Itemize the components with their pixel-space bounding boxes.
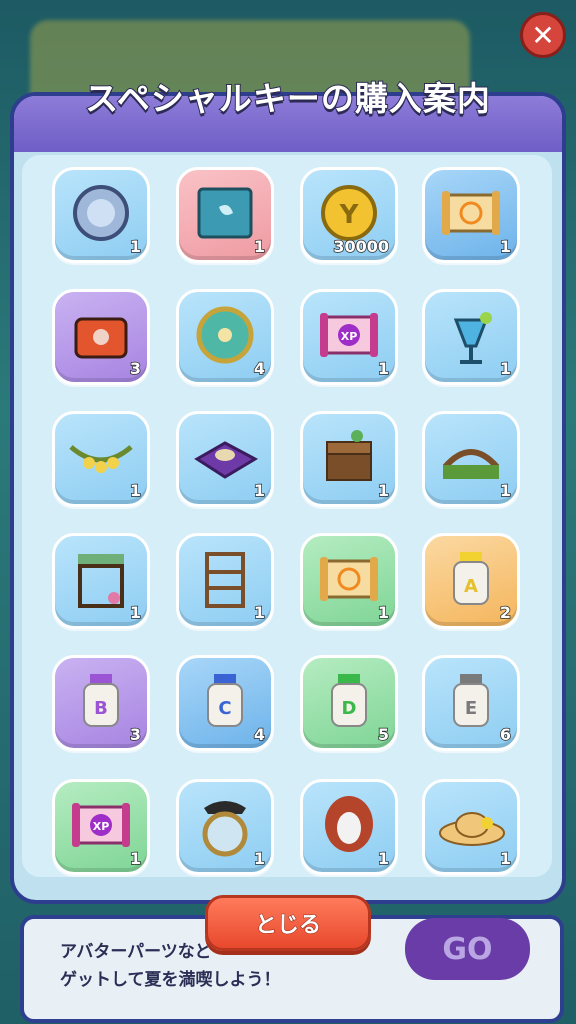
xp-scroll-icon: XP [67,790,135,860]
item-count: 1 [377,848,390,869]
reward-item[interactable]: B3 [52,655,150,751]
item-count: 5 [377,724,390,745]
reward-item[interactable]: XP 1 [52,779,150,875]
pirate-mirror-icon [191,790,259,860]
item-count: 1 [253,480,266,501]
reward-item[interactable]: 1 [176,411,274,507]
star-medal-icon [191,300,259,370]
wig-icon [315,790,383,860]
reward-item[interactable]: 1 [300,411,398,507]
item-count: 2 [499,602,512,623]
scroll-y-icon [315,544,383,614]
svg-text:B: B [94,698,108,719]
garland-icon [67,422,135,492]
svg-text:A: A [464,576,478,597]
item-count: 1 [253,848,266,869]
reward-item[interactable]: 1 [422,289,520,385]
xp-scroll-icon: XP [315,300,383,370]
reward-item[interactable]: 1 [52,533,150,629]
desk-icon [315,422,383,492]
reward-item[interactable]: A2 [422,533,520,629]
reward-item[interactable]: 1 [176,167,274,263]
reward-item[interactable]: 1 [422,411,520,507]
background-text-line2: ゲットして夏を満喫しよう！ [60,970,281,990]
svg-text:C: C [218,698,231,719]
drink-icon [437,300,505,370]
jar-d-icon: D [315,666,383,736]
item-count: 1 [129,602,142,623]
jar-b-icon: B [67,666,135,736]
background-text-line1: アバターパーツなど [60,942,212,962]
reward-item[interactable]: 1 [176,779,274,875]
item-count: 3 [129,724,142,745]
reward-item[interactable]: 1 [300,533,398,629]
svg-text:D: D [342,698,357,719]
close-icon[interactable]: ✕ [520,12,566,58]
hat-icon [437,790,505,860]
reward-item[interactable]: 1 [422,167,520,263]
jar-a-icon: A [437,544,505,614]
item-count: 1 [499,480,512,501]
reward-item[interactable]: 3 [52,289,150,385]
reward-item[interactable]: 1 [52,167,150,263]
item-count: 4 [253,724,266,745]
svg-text:E: E [465,698,477,719]
reward-item[interactable]: E6 [422,655,520,751]
dialog-title: スペシャルキーの購入案内 [84,78,491,119]
rug-icon [191,422,259,492]
reward-item[interactable]: D5 [300,655,398,751]
item-count: 1 [377,480,390,501]
shelf-icon [191,544,259,614]
jar-e-icon: E [437,666,505,736]
reward-item[interactable]: XP 1 [300,289,398,385]
reward-item[interactable]: Y 30000 [300,167,398,263]
svg-text:Y: Y [339,200,360,230]
medal-icon [67,178,135,248]
item-count: 1 [499,848,512,869]
svg-text:XP: XP [341,330,358,343]
stall-icon [67,544,135,614]
scroll-y-icon [437,178,505,248]
go-button[interactable]: GO [405,918,530,980]
reward-item[interactable]: 4 [176,289,274,385]
item-count: 1 [129,236,142,257]
item-count: 1 [129,848,142,869]
reward-grid: 1 1 Y 30000 1 3 4 XP 1 1 1 1 1 1 1 1 1 A 2 B 3 C 4 D 5 E 6 XP 1 1 1 1 [22,155,552,877]
reward-item[interactable]: 1 [300,779,398,875]
item-count: 3 [129,358,142,379]
item-count: 1 [499,358,512,379]
item-count: 1 [377,602,390,623]
close-button[interactable]: とじる [205,895,371,951]
reward-item[interactable]: 1 [422,779,520,875]
chest-icon [67,300,135,370]
item-count: 30000 [333,236,390,257]
item-count: 1 [129,480,142,501]
item-count: 1 [253,236,266,257]
jar-c-icon: C [191,666,259,736]
item-count: 1 [253,602,266,623]
book-icon [191,178,259,248]
bridge-icon [437,422,505,492]
svg-text:XP: XP [93,820,110,833]
reward-item[interactable]: 1 [52,411,150,507]
reward-item[interactable]: C4 [176,655,274,751]
item-count: 1 [377,358,390,379]
item-count: 1 [499,236,512,257]
reward-item[interactable]: 1 [176,533,274,629]
item-count: 6 [499,724,512,745]
item-count: 4 [253,358,266,379]
